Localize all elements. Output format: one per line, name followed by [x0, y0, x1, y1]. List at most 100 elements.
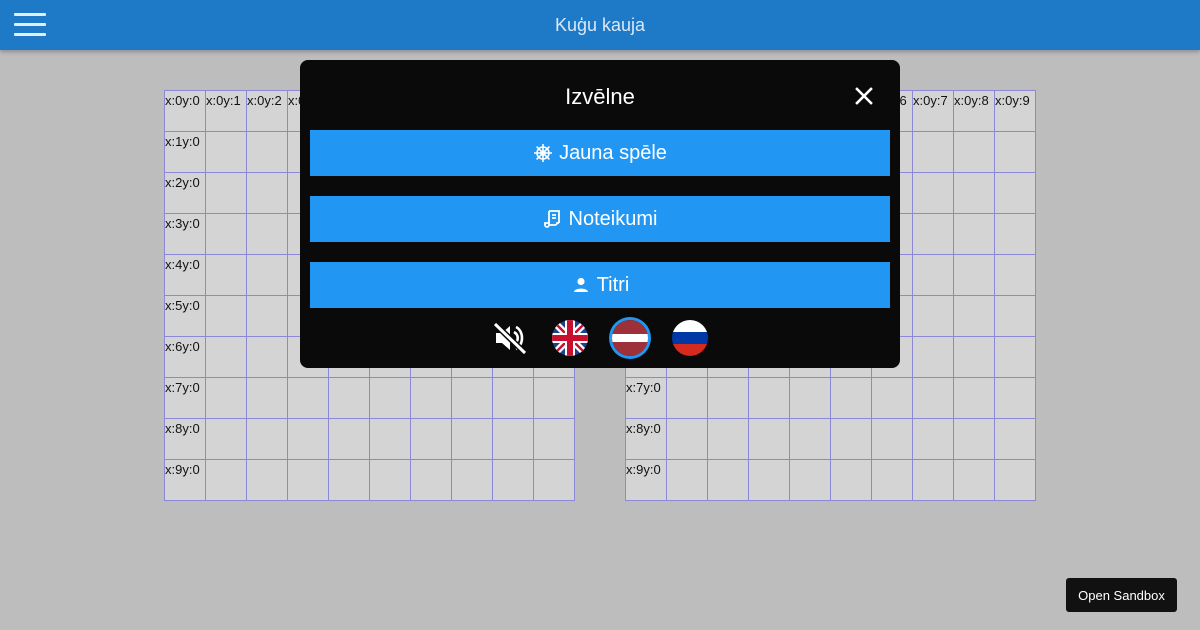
board-cell[interactable]	[533, 459, 574, 500]
board-cell[interactable]	[246, 459, 287, 500]
board-cell[interactable]	[871, 418, 912, 459]
board-cell[interactable]: x:0y:8	[953, 90, 994, 131]
board-cell[interactable]	[205, 131, 246, 172]
board-cell[interactable]	[953, 131, 994, 172]
new-game-button[interactable]: Jauna spēle	[310, 130, 890, 176]
board-cell[interactable]	[953, 377, 994, 418]
board-cell[interactable]	[451, 418, 492, 459]
board-cell[interactable]	[205, 172, 246, 213]
board-cell[interactable]	[912, 213, 953, 254]
board-cell[interactable]	[533, 418, 574, 459]
latvia-flag-icon[interactable]	[612, 320, 648, 356]
board-cell[interactable]	[748, 418, 789, 459]
board-cell[interactable]: x:4y:0	[164, 254, 205, 295]
board-cell[interactable]: x:1y:0	[164, 131, 205, 172]
rules-button[interactable]: Noteikumi	[310, 196, 890, 242]
russia-flag-icon[interactable]	[672, 320, 708, 356]
board-cell[interactable]: x:6y:0	[164, 336, 205, 377]
board-cell[interactable]	[953, 254, 994, 295]
board-cell[interactable]	[205, 418, 246, 459]
board-cell[interactable]	[205, 254, 246, 295]
board-cell[interactable]	[994, 295, 1035, 336]
board-cell[interactable]	[994, 213, 1035, 254]
board-cell[interactable]: x:0y:0	[164, 90, 205, 131]
board-cell[interactable]: x:8y:0	[164, 418, 205, 459]
board-cell[interactable]	[994, 418, 1035, 459]
board-cell[interactable]	[287, 377, 328, 418]
board-cell[interactable]	[246, 254, 287, 295]
board-cell[interactable]	[492, 418, 533, 459]
board-cell[interactable]	[953, 336, 994, 377]
board-cell[interactable]	[205, 213, 246, 254]
board-cell[interactable]	[789, 459, 830, 500]
board-cell[interactable]	[912, 418, 953, 459]
board-cell[interactable]	[912, 131, 953, 172]
board-cell[interactable]: x:0y:2	[246, 90, 287, 131]
board-cell[interactable]	[410, 459, 451, 500]
board-cell[interactable]	[451, 459, 492, 500]
board-cell[interactable]	[369, 459, 410, 500]
board-cell[interactable]	[789, 418, 830, 459]
board-cell[interactable]	[246, 295, 287, 336]
board-cell[interactable]	[994, 459, 1035, 500]
open-sandbox-button[interactable]: Open Sandbox	[1066, 578, 1177, 612]
board-cell[interactable]	[789, 377, 830, 418]
board-cell[interactable]	[246, 172, 287, 213]
board-cell[interactable]	[205, 295, 246, 336]
board-cell[interactable]	[369, 377, 410, 418]
board-cell[interactable]	[871, 459, 912, 500]
board-cell[interactable]	[994, 336, 1035, 377]
board-cell[interactable]	[748, 459, 789, 500]
board-cell[interactable]	[748, 377, 789, 418]
board-cell[interactable]: x:5y:0	[164, 295, 205, 336]
board-cell[interactable]	[246, 336, 287, 377]
board-cell[interactable]: x:7y:0	[164, 377, 205, 418]
board-cell[interactable]	[492, 459, 533, 500]
board-cell[interactable]	[533, 377, 574, 418]
board-cell[interactable]	[830, 418, 871, 459]
board-cell[interactable]	[369, 418, 410, 459]
board-cell[interactable]: x:8y:0	[625, 418, 666, 459]
board-cell[interactable]	[953, 418, 994, 459]
board-cell[interactable]: x:2y:0	[164, 172, 205, 213]
board-cell[interactable]: x:9y:0	[625, 459, 666, 500]
board-cell[interactable]	[994, 254, 1035, 295]
board-cell[interactable]	[205, 336, 246, 377]
board-cell[interactable]	[912, 377, 953, 418]
board-cell[interactable]	[953, 213, 994, 254]
board-cell[interactable]	[830, 377, 871, 418]
board-cell[interactable]	[492, 377, 533, 418]
board-cell[interactable]	[994, 172, 1035, 213]
board-cell[interactable]	[953, 172, 994, 213]
board-cell[interactable]	[830, 459, 871, 500]
board-cell[interactable]	[666, 418, 707, 459]
board-cell[interactable]	[246, 377, 287, 418]
board-cell[interactable]	[912, 254, 953, 295]
board-cell[interactable]	[328, 459, 369, 500]
board-cell[interactable]	[328, 377, 369, 418]
uk-flag-icon[interactable]	[552, 320, 588, 356]
board-cell[interactable]	[205, 459, 246, 500]
board-cell[interactable]	[994, 377, 1035, 418]
board-cell[interactable]	[953, 295, 994, 336]
board-cell[interactable]: x:7y:0	[625, 377, 666, 418]
board-cell[interactable]	[410, 418, 451, 459]
close-icon[interactable]	[852, 84, 876, 108]
board-cell[interactable]	[328, 418, 369, 459]
board-cell[interactable]	[994, 131, 1035, 172]
board-cell[interactable]	[205, 377, 246, 418]
board-cell[interactable]	[912, 295, 953, 336]
board-cell[interactable]	[451, 377, 492, 418]
board-cell[interactable]: x:0y:9	[994, 90, 1035, 131]
board-cell[interactable]	[666, 377, 707, 418]
board-cell[interactable]	[871, 377, 912, 418]
board-cell[interactable]	[287, 459, 328, 500]
board-cell[interactable]: x:0y:7	[912, 90, 953, 131]
board-cell[interactable]: x:9y:0	[164, 459, 205, 500]
board-cell[interactable]	[707, 377, 748, 418]
board-cell[interactable]	[246, 213, 287, 254]
board-cell[interactable]	[912, 336, 953, 377]
board-cell[interactable]	[707, 418, 748, 459]
board-cell[interactable]	[912, 459, 953, 500]
board-cell[interactable]: x:3y:0	[164, 213, 205, 254]
